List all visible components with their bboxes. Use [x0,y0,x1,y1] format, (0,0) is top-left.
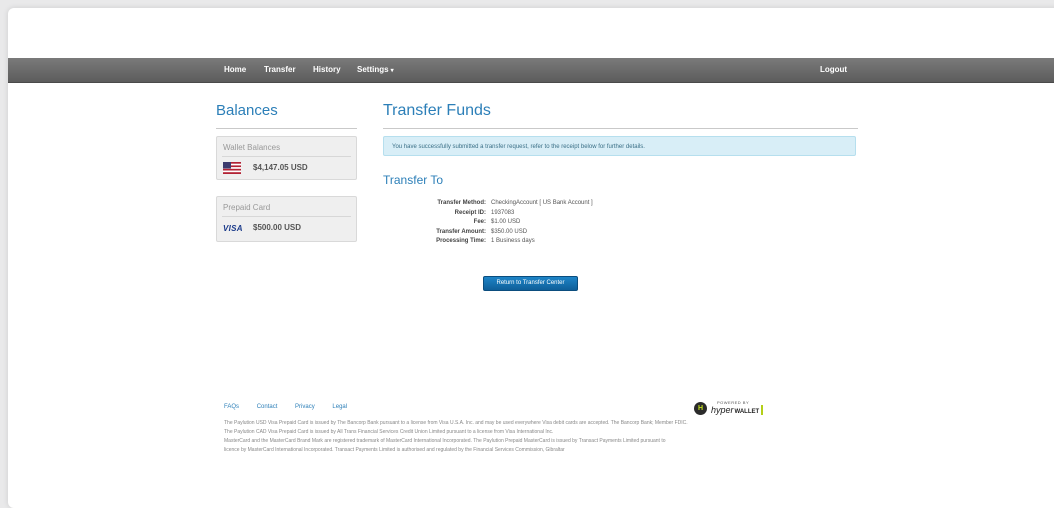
legal-line: The Paylution USD Visa Prepaid Card is i… [224,420,688,426]
detail-value: $350.00 USD [491,228,528,235]
prepaid-balance-amount: $500.00 USD [253,223,302,232]
footer-link-faqs[interactable]: FAQs [224,404,239,410]
wallet-balance-row: $4,147.05 USD [217,157,356,179]
success-alert: You have successfully submitted a transf… [383,136,856,156]
detail-value: $1.00 USD [491,219,521,225]
detail-label: Fee: [473,219,486,225]
detail-row: Transfer Amount: $350.00 USD [398,228,593,238]
footer-link-privacy[interactable]: Privacy [295,404,315,410]
hyperwallet-wordmark: hyperWALLET [711,404,764,416]
receipt-details: Transfer Method: CheckingAccount [ US Ban… [398,199,593,247]
detail-label: Transfer Method: [437,200,486,206]
wallet-balances-title: Wallet Balances [223,143,281,152]
wallet-balance-amount: $4,147.05 USD [253,163,308,172]
page-title: Transfer Funds [383,102,491,119]
detail-value: 1937083 [491,209,515,216]
hyperwallet-wordmark-wallet: WALLET [734,408,760,415]
detail-row: Receipt ID: 1937083 [398,209,593,219]
prepaid-balance-row: VISA $500.00 USD [217,217,356,241]
detail-row: Processing Time: 1 Business days [398,237,593,247]
footer-links: FAQs Contact Privacy Legal [224,404,363,410]
title-divider [383,128,858,129]
footer-legal-text: The Paylution USD Visa Prepaid Card is i… [224,419,864,455]
prepaid-card-title: Prepaid Card [223,203,271,212]
hyperwallet-wordmark-hyper: hyper [711,404,734,415]
detail-row: Transfer Method: CheckingAccount [ US Ban… [398,199,593,209]
legal-line: The Paylution CAD Visa Prepaid Card is i… [224,429,554,435]
legal-line: MasterCard and the MasterCard Brand Mark… [224,438,666,444]
detail-label: Transfer Amount: [436,228,486,235]
detail-label: Receipt ID: [454,209,486,216]
return-to-transfer-center-button[interactable]: Return to Transfer Center [483,276,578,291]
nav-history[interactable]: History [313,58,341,82]
brand-bar [761,405,764,416]
visa-logo-icon: VISA [223,224,243,233]
sidebar-divider [216,128,357,129]
us-flag-icon [223,162,241,174]
detail-row: Fee: $1.00 USD [398,218,593,228]
hyperwallet-badge-icon: H [694,401,707,415]
legal-line: licence by MasterCard International Inco… [224,447,565,453]
top-navbar: Home Transfer History Settings ▾ Logout [8,58,1054,83]
nav-settings-label: Settings [357,65,389,74]
detail-label: Processing Time: [436,238,486,244]
detail-value: CheckingAccount [ US Bank Account ] [491,200,593,206]
powered-by-label: POWERED BY [717,400,750,405]
wallet-balances-panel: Wallet Balances $4,147.05 USD [216,136,357,180]
nav-logout[interactable]: Logout [820,58,847,82]
sidebar-title: Balances [216,102,278,119]
hyperwallet-logo: H POWERED BY hyperWALLET [694,400,764,416]
section-title: Transfer To [383,173,444,187]
nav-home[interactable]: Home [224,58,246,82]
page-card: Home Transfer History Settings ▾ Logout B… [8,8,1054,508]
footer-link-legal[interactable]: Legal [332,404,347,410]
chevron-down-icon: ▾ [390,68,394,74]
nav-settings[interactable]: Settings ▾ [357,58,394,82]
footer-link-contact[interactable]: Contact [257,404,278,410]
prepaid-card-panel: Prepaid Card VISA $500.00 USD [216,196,357,242]
nav-transfer[interactable]: Transfer [264,58,296,82]
detail-value: 1 Business days [491,238,535,244]
